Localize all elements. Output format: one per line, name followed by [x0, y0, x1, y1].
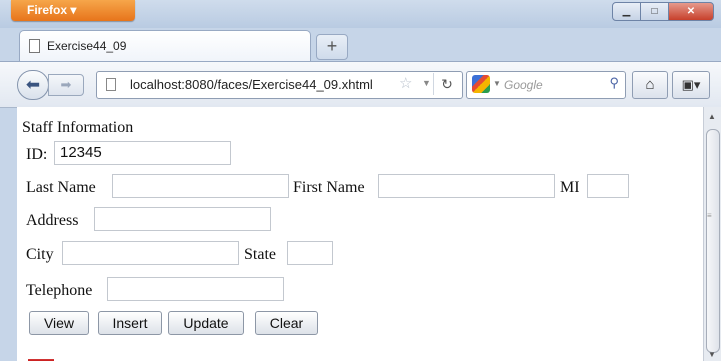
browser-window: Firefox ▾ ▁ □ ✕ Exercise44_09 + ⬅ ➡ loca… [0, 0, 721, 361]
id-label: ID: [26, 146, 48, 163]
close-icon[interactable]: ✕ [668, 2, 714, 21]
reload-icon[interactable]: ↻ [433, 73, 460, 95]
mi-label: MI [560, 179, 580, 196]
mi-field[interactable] [587, 174, 629, 198]
status-message-cropped: ▬▬ [28, 351, 54, 361]
url-text[interactable]: localhost:8080/faces/Exercise44_09.xhtml [130, 77, 373, 92]
clear-button[interactable]: Clear [255, 311, 318, 335]
first-name-field[interactable] [378, 174, 555, 198]
bookmarks-icon[interactable]: ▣▾ [672, 71, 710, 99]
search-bar[interactable]: ▼ Google ⚲ [466, 71, 626, 99]
first-name-label: First Name [293, 179, 365, 196]
scroll-down-icon[interactable]: ▼ [708, 350, 716, 359]
window-controls: ▁ □ ✕ [612, 2, 714, 21]
navigation-toolbar: ⬅ ➡ localhost:8080/faces/Exercise44_09.x… [0, 61, 721, 108]
back-forward-group: ⬅ ➡ [17, 70, 87, 100]
firefox-menu-label: Firefox ▾ [27, 3, 77, 17]
tab-exercise[interactable]: Exercise44_09 [19, 30, 311, 62]
home-icon[interactable]: ⌂ [632, 71, 668, 99]
back-arrow-icon[interactable]: ⬅ [17, 70, 49, 100]
site-identity-icon [106, 78, 116, 91]
update-button[interactable]: Update [168, 311, 244, 335]
telephone-field[interactable] [107, 277, 284, 301]
address-label: Address [26, 212, 79, 229]
scroll-thumb[interactable] [706, 129, 720, 353]
forward-arrow-icon[interactable]: ➡ [48, 74, 84, 96]
minimize-icon[interactable]: ▁ [612, 2, 641, 21]
view-button[interactable]: View [29, 311, 89, 335]
form-heading: Staff Information [22, 119, 134, 136]
insert-button[interactable]: Insert [98, 311, 162, 335]
state-field[interactable] [287, 241, 333, 265]
tab-title: Exercise44_09 [47, 39, 127, 53]
title-bar: Firefox ▾ ▁ □ ✕ [0, 0, 721, 28]
history-dropdown-icon[interactable]: ▼ [422, 78, 431, 88]
last-name-field[interactable] [112, 174, 289, 198]
address-field[interactable] [94, 207, 271, 231]
state-label: State [244, 246, 276, 263]
engine-dropdown-icon[interactable]: ▼ [493, 79, 501, 88]
google-engine-icon[interactable] [472, 75, 490, 93]
city-label: City [26, 246, 54, 263]
tab-bar: Exercise44_09 + [0, 28, 721, 62]
page-icon [29, 39, 40, 53]
telephone-label: Telephone [26, 282, 93, 299]
magnifier-icon[interactable]: ⚲ [609, 75, 619, 91]
scroll-grip-icon: ≡ [707, 211, 712, 220]
vertical-scrollbar[interactable]: ▲ ≡ ▼ [703, 107, 721, 361]
star-icon[interactable]: ☆ [399, 74, 412, 92]
city-field[interactable] [62, 241, 239, 265]
id-field[interactable]: 12345 [54, 141, 231, 165]
search-placeholder: Google [504, 78, 543, 92]
last-name-label: Last Name [26, 179, 96, 196]
page-content: Staff Information ID: 12345 Last Name Fi… [17, 107, 705, 361]
maximize-icon[interactable]: □ [640, 2, 669, 21]
firefox-menu-button[interactable]: Firefox ▾ [11, 0, 135, 21]
address-bar[interactable]: localhost:8080/faces/Exercise44_09.xhtml… [96, 71, 463, 99]
new-tab-button[interactable]: + [316, 34, 348, 60]
scroll-up-icon[interactable]: ▲ [708, 112, 716, 121]
